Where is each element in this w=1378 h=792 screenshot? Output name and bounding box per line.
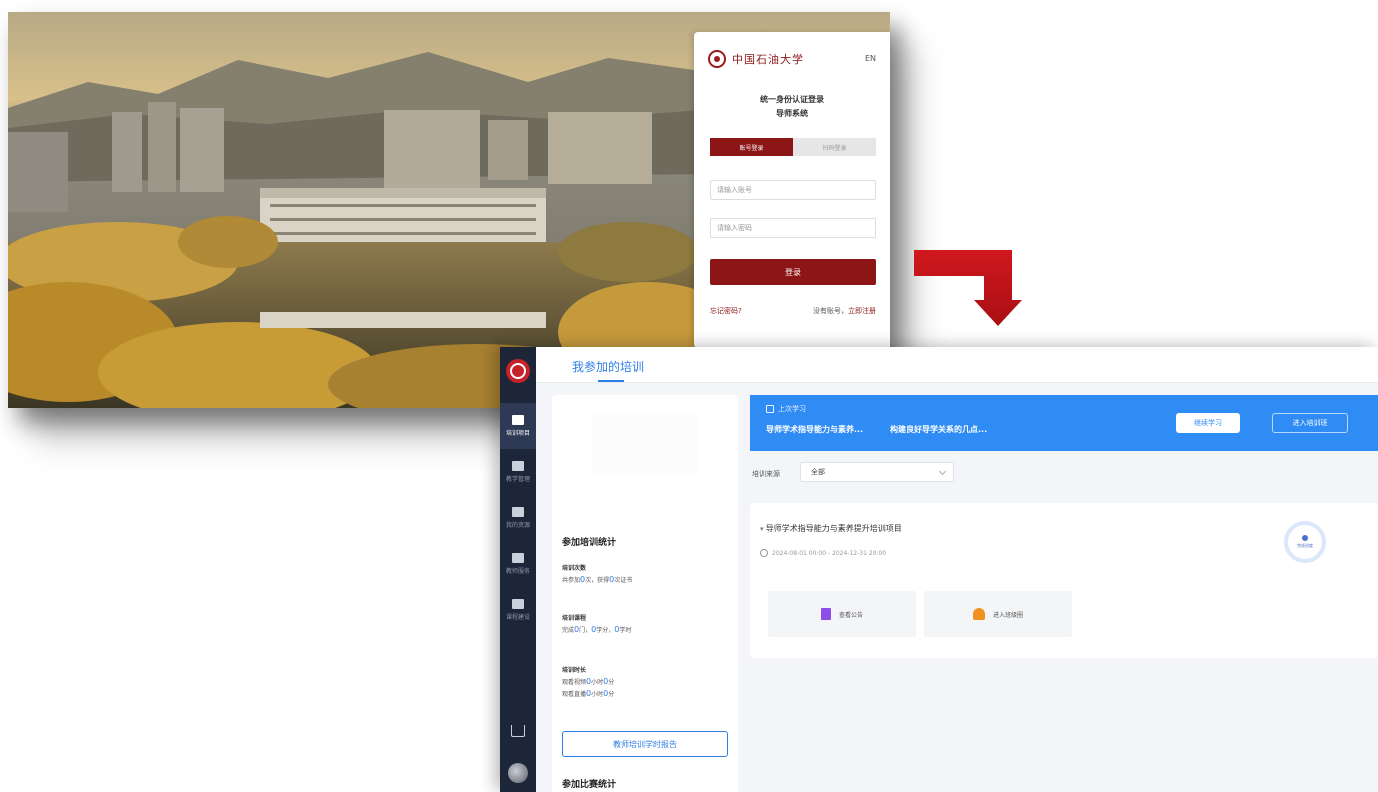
stats-panel: 参加培训统计 培训次数 共参加0次，获得0次证书 培训课程 完成0门，0学分，0… xyxy=(552,395,738,792)
tab-my-training[interactable]: 我参加的培训 xyxy=(572,358,644,375)
training-count-value: 共参加0次，获得0次证书 xyxy=(562,575,633,584)
board-icon xyxy=(512,461,524,471)
book-icon xyxy=(512,599,524,609)
view-notice-button[interactable]: 查看公告 xyxy=(768,591,916,637)
progress-ring: 完成进度 xyxy=(1284,521,1326,563)
composite-screenshot: 中国石油大学 EN 统一身份认证登录 导师系统 账号登录 扫码登录 请输入账号 … xyxy=(0,0,1378,792)
book-icon xyxy=(766,405,774,413)
last-course-link[interactable]: 导师学术指导能力与素养... xyxy=(766,424,863,435)
sidebar-item-services[interactable]: 教师服务 xyxy=(500,541,536,587)
password-field[interactable]: 请输入密码 xyxy=(710,218,876,238)
last-lesson-link[interactable]: 构建良好导学关系的几点... xyxy=(890,424,987,435)
course-title[interactable]: 导师学术指导能力与素养提升培训项目 xyxy=(760,523,902,534)
box-icon xyxy=(512,507,524,517)
sidebar: 培训项目 教学管理 我的资源 教师服务 课程建设 xyxy=(500,347,536,792)
training-source-label: 培训来源 xyxy=(752,470,780,478)
continue-learning-button[interactable]: 继续学习 xyxy=(1176,413,1240,433)
register-prompt: 没有账号，立即注册 xyxy=(813,306,876,316)
university-seal-icon xyxy=(708,50,726,68)
flow-arrow-icon xyxy=(914,250,1022,326)
flag-icon xyxy=(512,415,524,425)
language-toggle[interactable]: EN xyxy=(865,54,876,63)
username-field[interactable]: 请输入账号 xyxy=(710,180,876,200)
person-icon xyxy=(972,608,985,620)
register-link[interactable]: 立即注册 xyxy=(848,307,876,315)
tab-qr-login[interactable]: 扫码登录 xyxy=(793,138,876,156)
training-dashboard: 培训项目 教学管理 我的资源 教师服务 课程建设 我参加的培训 参加培训统计 培… xyxy=(500,347,1378,792)
live-duration-value: 观看直播0小时0分 xyxy=(562,689,615,698)
progress-label: 完成进度 xyxy=(1297,543,1313,548)
sidebar-item-label: 教学管理 xyxy=(505,476,530,483)
last-study-label: 上次学习 xyxy=(766,404,806,414)
university-logo-text: 中国石油大学 xyxy=(732,53,804,66)
training-source-select[interactable]: 全部 xyxy=(800,462,954,482)
training-stats-title: 参加培训统计 xyxy=(562,538,617,548)
training-report-button[interactable]: 教师培训学时报告 xyxy=(562,731,728,757)
tab-account-login[interactable]: 账号登录 xyxy=(710,138,793,156)
progress-icon xyxy=(1302,535,1308,541)
sidebar-item-training[interactable]: 培训项目 xyxy=(500,403,536,449)
login-title: 统一身份认证登录 xyxy=(760,95,824,104)
enter-class-button[interactable]: 进入培训班 xyxy=(1272,413,1348,433)
document-icon xyxy=(820,608,831,620)
course-date-range: 2024-08-01 00:00 - 2024-12-31 20:00 xyxy=(760,549,886,557)
view-notice-label: 查看公告 xyxy=(838,611,863,619)
profile-placeholder xyxy=(592,415,698,473)
login-button[interactable]: 登录 xyxy=(710,259,876,285)
course-card: 导师学术指导能力与素养提升培训项目 2024-08-01 00:00 - 202… xyxy=(750,503,1378,658)
enter-class-circle-label: 进入班级圈 xyxy=(992,611,1023,619)
active-tab-indicator xyxy=(598,380,624,382)
top-bar: 我参加的培训 xyxy=(536,347,1378,383)
sidebar-item-label: 教师服务 xyxy=(505,568,530,575)
forgot-password-link[interactable]: 忘记密码? xyxy=(710,306,742,316)
sidebar-item-courses[interactable]: 课程建设 xyxy=(500,587,536,633)
enter-class-circle-button[interactable]: 进入班级圈 xyxy=(924,591,1072,637)
system-name: 导师系统 xyxy=(776,109,808,118)
clock-icon xyxy=(760,549,768,557)
training-courses-value: 完成0门，0学分，0学时 xyxy=(562,625,632,634)
training-source-value: 全部 xyxy=(811,468,825,476)
sidebar-item-teaching[interactable]: 教学管理 xyxy=(500,449,536,495)
sidebar-item-label: 我的资源 xyxy=(505,522,530,529)
avatar[interactable] xyxy=(508,763,528,783)
video-duration-value: 观看视频0小时0分 xyxy=(562,677,615,686)
download-icon[interactable] xyxy=(511,725,525,737)
training-count-label: 培训次数 xyxy=(562,565,587,572)
sidebar-item-label: 培训项目 xyxy=(505,430,530,437)
contest-stats-title: 参加比赛统计 xyxy=(562,780,617,790)
register-prefix: 没有账号， xyxy=(813,307,848,315)
chevron-down-icon xyxy=(938,467,947,476)
last-study-banner: 上次学习 导师学术指导能力与素养... 构建良好导学关系的几点... 继续学习 … xyxy=(750,395,1378,451)
training-courses-label: 培训课程 xyxy=(562,615,587,622)
training-duration-label: 培训时长 xyxy=(562,667,587,674)
login-card: 中国石油大学 EN 统一身份认证登录 导师系统 账号登录 扫码登录 请输入账号 … xyxy=(694,32,890,348)
calendar-icon xyxy=(512,553,524,563)
university-logo-icon xyxy=(506,359,530,383)
sidebar-item-label: 课程建设 xyxy=(505,614,530,621)
university-logo: 中国石油大学 xyxy=(708,50,804,68)
login-tabs: 账号登录 扫码登录 xyxy=(710,138,876,156)
sidebar-item-resources[interactable]: 我的资源 xyxy=(500,495,536,541)
